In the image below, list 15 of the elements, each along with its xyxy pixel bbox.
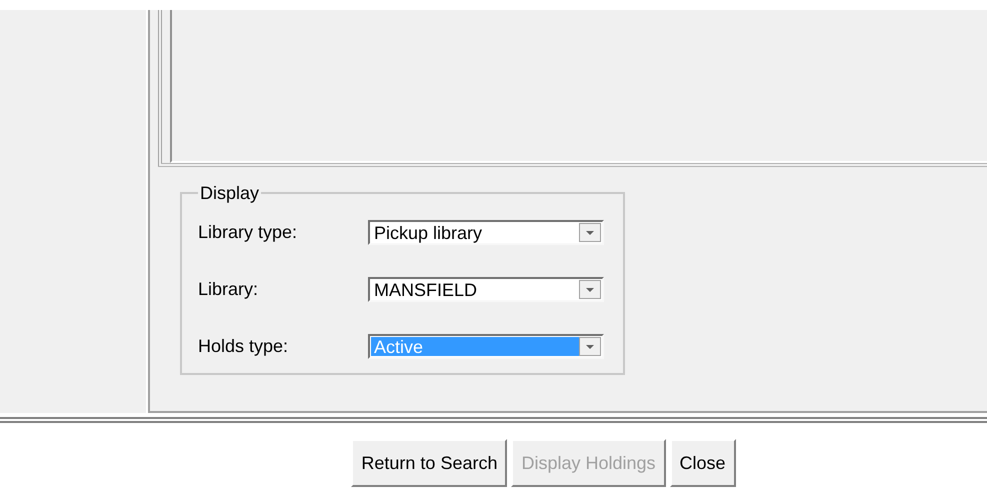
dropdown-arrow-button[interactable] [579,280,601,299]
caret-icon [586,230,594,234]
dropdown-value: Active [371,337,579,356]
dropdown-field[interactable]: Pickup library [368,220,604,245]
field-label: Holds type: [198,335,290,358]
field-label: Library type: [198,221,298,244]
dialog-button[interactable]: Return to Search [351,439,508,487]
caret-icon [586,344,594,348]
group-title: Display [199,183,260,203]
field-label: Library: [198,278,260,301]
dropdown-arrow-button[interactable] [579,337,601,356]
caret-icon [586,288,594,292]
dropdown-arrow-button[interactable] [579,223,601,242]
dialog-button[interactable]: Close [670,439,736,487]
dropdown-field[interactable]: MANSFIELD [368,277,604,302]
